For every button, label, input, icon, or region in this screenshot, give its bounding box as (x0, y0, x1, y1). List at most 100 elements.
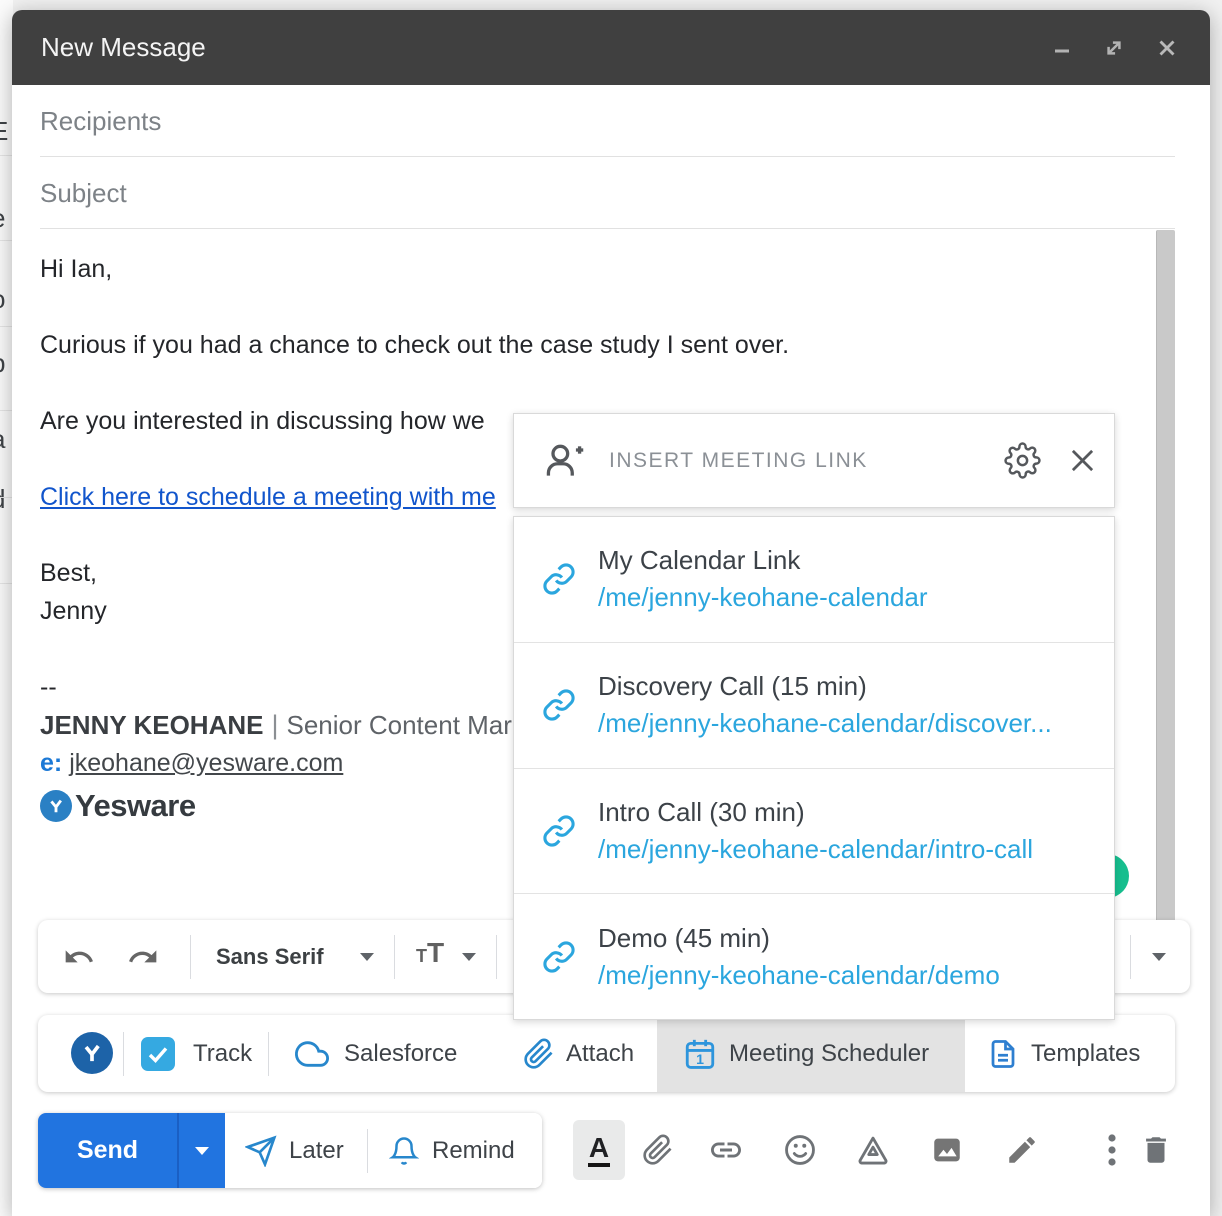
insert-drive-file-button[interactable] (855, 1132, 891, 1168)
meeting-link-label: My Calendar Link (598, 545, 928, 576)
image-icon (929, 1133, 965, 1167)
paperclip-icon (523, 1038, 555, 1070)
vertical-dots-icon (1105, 1132, 1119, 1168)
recipients-placeholder: Recipients (40, 106, 161, 136)
gear-icon[interactable] (1004, 442, 1041, 479)
divider (268, 1032, 269, 1076)
meeting-link-label: Intro Call (30 min) (598, 797, 1033, 828)
email-label: e: (40, 749, 62, 777)
calendar-icon: 1 (683, 1036, 717, 1072)
undo-icon[interactable] (62, 941, 96, 973)
insert-meeting-link-popup-header: INSERT MEETING LINK (513, 413, 1115, 508)
more-options-button[interactable] (1094, 1132, 1130, 1168)
attach-button[interactable]: Attach (523, 1015, 634, 1092)
send-button[interactable]: Send (38, 1113, 177, 1188)
signature-pen-button[interactable] (1004, 1132, 1040, 1168)
templates-button[interactable]: Templates (988, 1015, 1140, 1092)
chain-link-icon (542, 688, 576, 722)
meeting-link-label: Demo (45 min) (598, 923, 1000, 954)
compose-titlebar: New Message (12, 10, 1210, 85)
subject-placeholder: Subject (40, 178, 127, 208)
signature-email-link[interactable]: jkeohane@yesware.com (69, 749, 343, 777)
paper-plane-icon (245, 1135, 277, 1167)
list-item[interactable]: Demo (45 min) /me/jenny-keohane-calendar… (514, 893, 1114, 1019)
divider (496, 935, 497, 979)
yesware-logo-text: Yesware (75, 787, 196, 825)
chevron-down-icon[interactable] (360, 953, 374, 961)
list-item[interactable]: Discovery Call (15 min) /me/jenny-keohan… (514, 642, 1114, 768)
attach-label: Attach (566, 1040, 634, 1068)
insert-emoji-button[interactable] (782, 1132, 818, 1168)
list-item[interactable]: My Calendar Link /me/jenny-keohane-calen… (514, 517, 1114, 642)
chain-link-icon (542, 940, 576, 974)
window-title: New Message (41, 32, 206, 63)
close-icon[interactable] (1154, 35, 1180, 61)
more-formatting-chevron-icon[interactable] (1152, 953, 1166, 961)
later-remind-group: Later Remind (225, 1113, 542, 1188)
track-toggle[interactable]: Track (141, 1015, 252, 1092)
minimize-icon[interactable] (1050, 36, 1074, 60)
send-toolbar: Send Later Remind (38, 1113, 542, 1188)
link-icon (708, 1131, 744, 1169)
body-line: Hi Ian, (40, 250, 1160, 288)
later-label: Later (289, 1137, 344, 1165)
list-item[interactable]: Intro Call (30 min) /me/jenny-keohane-ca… (514, 768, 1114, 894)
font-family-dropdown[interactable]: Sans Serif (216, 920, 324, 993)
meeting-link-url: /me/jenny-keohane-calendar (598, 582, 928, 613)
yesware-logo-icon (40, 790, 72, 822)
close-icon[interactable] (1066, 444, 1099, 477)
yesware-logo-icon[interactable] (71, 1032, 113, 1074)
pop-out-icon[interactable] (1101, 35, 1127, 61)
send-options-dropdown[interactable] (177, 1113, 225, 1188)
signature-separator: | (263, 710, 286, 740)
chain-link-icon (542, 814, 576, 848)
chevron-down-icon[interactable] (462, 953, 476, 961)
insert-link-button[interactable] (708, 1132, 744, 1168)
emoji-icon (783, 1133, 817, 1167)
meeting-link-list: My Calendar Link /me/jenny-keohane-calen… (513, 516, 1115, 1020)
paperclip-icon (642, 1134, 674, 1166)
yesware-toolbar: Track Salesforce Attach 1 Meeting Schedu… (38, 1015, 1175, 1092)
schedule-meeting-link[interactable]: Click here to schedule a meeting with me (40, 483, 496, 511)
svg-text:1: 1 (696, 1051, 704, 1067)
body-line: Curious if you had a chance to check out… (40, 326, 1160, 364)
signature-job-title: Senior Content Mar (286, 710, 511, 740)
meeting-scheduler-label: Meeting Scheduler (729, 1040, 929, 1068)
salesforce-label: Salesforce (344, 1040, 457, 1068)
send-later-button[interactable]: Later (245, 1113, 344, 1188)
meeting-scheduler-button[interactable]: 1 Meeting Scheduler (657, 1015, 965, 1092)
divider (394, 935, 395, 979)
divider (367, 1129, 368, 1173)
discard-draft-button[interactable] (1138, 1132, 1174, 1168)
text-formatting-button[interactable]: A (573, 1120, 625, 1180)
meeting-link-url: /me/jenny-keohane-calendar/intro-call (598, 834, 1033, 865)
track-checkbox[interactable] (141, 1037, 175, 1071)
chevron-down-icon (195, 1147, 209, 1155)
redo-icon[interactable] (126, 941, 160, 973)
body-scrollbar[interactable] (1156, 230, 1175, 933)
track-label: Track (193, 1040, 252, 1068)
divider (1130, 935, 1131, 979)
text-size-icon[interactable]: TT (416, 937, 444, 969)
meeting-link-label: Discovery Call (15 min) (598, 671, 1052, 702)
subject-field[interactable]: Subject (40, 178, 127, 209)
compose-window: New Message Recipients Subject Hi Ian, C… (12, 10, 1210, 1216)
template-document-icon (988, 1037, 1018, 1071)
bell-icon (389, 1135, 419, 1167)
trash-icon (1139, 1132, 1173, 1168)
google-drive-icon (855, 1133, 891, 1167)
meeting-link-url: /me/jenny-keohane-calendar/discover... (598, 708, 1052, 739)
cloud-icon (292, 1037, 332, 1071)
person-add-icon (541, 439, 587, 483)
salesforce-button[interactable]: Salesforce (292, 1015, 457, 1092)
recipients-field[interactable]: Recipients (40, 106, 161, 137)
meeting-link-url: /me/jenny-keohane-calendar/demo (598, 960, 1000, 991)
remind-button[interactable]: Remind (389, 1113, 515, 1188)
pen-icon (1005, 1133, 1039, 1167)
divider (190, 935, 191, 979)
chain-link-icon (542, 562, 576, 596)
attach-files-button[interactable] (640, 1132, 676, 1168)
remind-label: Remind (432, 1137, 515, 1165)
insert-photo-button[interactable] (929, 1132, 965, 1168)
divider (40, 156, 1175, 157)
